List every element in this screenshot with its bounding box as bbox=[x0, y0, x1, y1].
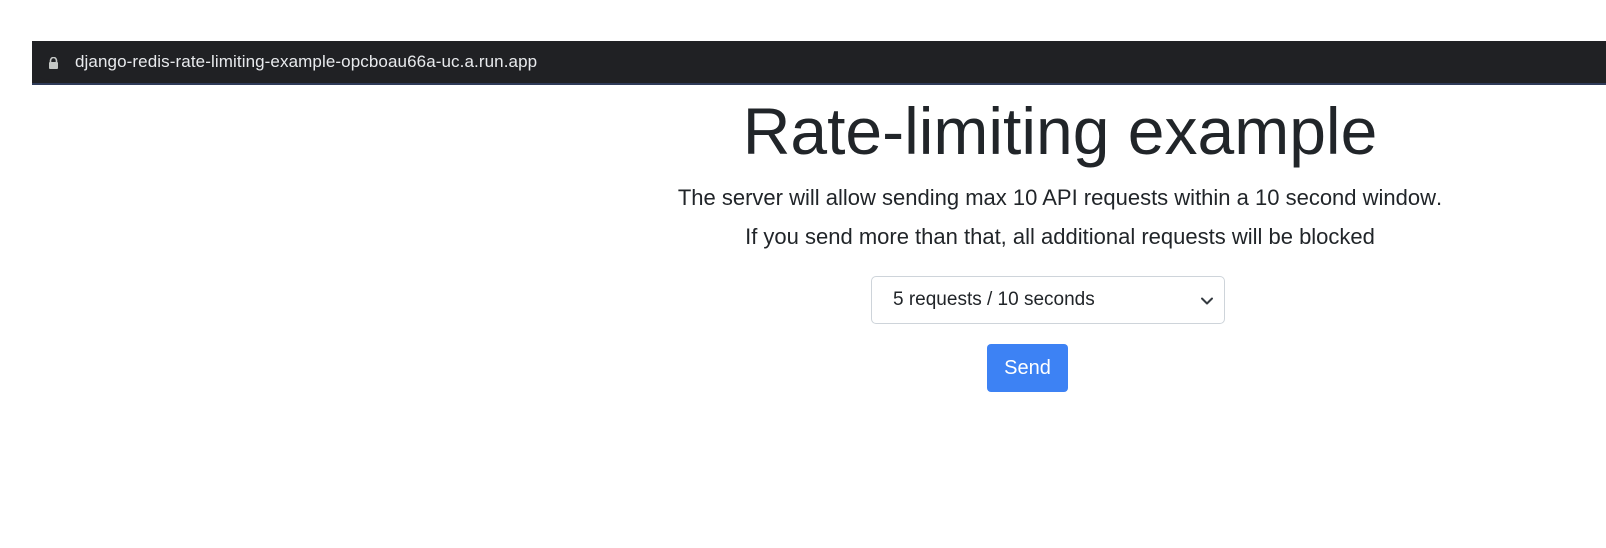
description-line-1: The server will allow sending max 10 API… bbox=[560, 183, 1560, 213]
description-suffix: . bbox=[1436, 185, 1443, 210]
browser-address-bar[interactable]: django-redis-rate-limiting-example-opcbo… bbox=[32, 41, 1606, 85]
url-text[interactable]: django-redis-rate-limiting-example-opcbo… bbox=[75, 52, 537, 72]
description-bold: max 10 API requests within a 10 second w… bbox=[965, 185, 1437, 210]
rate-limit-select[interactable]: 5 requests / 10 seconds bbox=[871, 276, 1225, 324]
page-title: Rate-limiting example bbox=[742, 94, 1378, 168]
send-button[interactable]: Send bbox=[987, 344, 1068, 392]
description-prefix: The server will allow sending bbox=[677, 185, 966, 210]
url-field[interactable]: django-redis-rate-limiting-example-opcbo… bbox=[32, 44, 538, 80]
chevron-down-icon[interactable] bbox=[1200, 294, 1214, 306]
rate-limit-select-value[interactable]: 5 requests / 10 seconds bbox=[893, 289, 1095, 311]
description-line-2: If you send more than that, all addition… bbox=[745, 224, 1375, 249]
lock-icon[interactable] bbox=[48, 56, 59, 69]
